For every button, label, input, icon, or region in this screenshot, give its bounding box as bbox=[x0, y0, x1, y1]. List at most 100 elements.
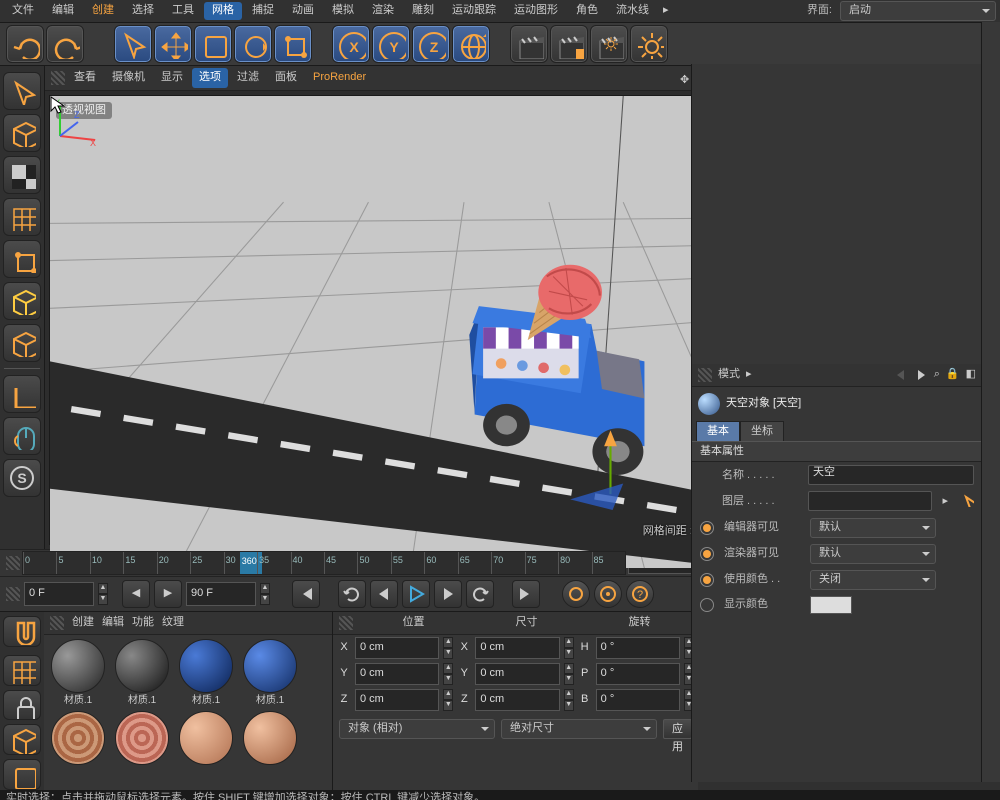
menu-捕捉[interactable]: 捕捉 bbox=[244, 2, 282, 19]
wire2[interactable] bbox=[3, 724, 41, 755]
material-item[interactable]: 材质.1 bbox=[48, 639, 108, 707]
pos-X[interactable]: 0 cm bbox=[355, 637, 439, 659]
attr-input[interactable]: 天空 bbox=[808, 465, 974, 485]
menu-渲染[interactable]: 渲染 bbox=[364, 2, 402, 19]
snap[interactable]: S bbox=[3, 459, 41, 497]
rot-P[interactable]: 0 ° bbox=[596, 663, 680, 685]
range-end-field[interactable]: 90 F bbox=[186, 582, 256, 606]
menu-选择[interactable]: 选择 bbox=[124, 2, 162, 19]
point[interactable] bbox=[3, 240, 41, 278]
render-view-button[interactable] bbox=[510, 25, 548, 63]
attr-new-icon[interactable]: ◧ bbox=[966, 368, 976, 381]
menu-雕刻[interactable]: 雕刻 bbox=[404, 2, 442, 19]
viewport[interactable]: 透视视图 网格间距 : 100 cm Y X Z ✥ ⇵ ↻ ▣ bbox=[49, 95, 741, 545]
undo-button[interactable] bbox=[6, 25, 44, 63]
move-tool[interactable] bbox=[154, 25, 192, 63]
size-Y[interactable]: 0 cm bbox=[475, 663, 559, 685]
scale-tool[interactable] bbox=[274, 25, 312, 63]
view-menu-0[interactable]: 查看 bbox=[67, 68, 103, 87]
menu-流水线[interactable]: 流水线 bbox=[608, 2, 657, 19]
timeline-ruler[interactable]: 360 051015202530354045505560657075808590 bbox=[22, 551, 626, 575]
material-item[interactable]: 材质.1 bbox=[176, 639, 236, 707]
range-right-button[interactable]: ▶ bbox=[154, 580, 182, 608]
live-select[interactable] bbox=[3, 72, 41, 110]
menu-运动跟踪[interactable]: 运动跟踪 bbox=[444, 2, 504, 19]
panel-grip-icon[interactable] bbox=[339, 616, 353, 630]
layer-arrow-icon[interactable] bbox=[958, 491, 974, 511]
attr-radio[interactable] bbox=[700, 521, 714, 535]
attr-layer-field[interactable] bbox=[808, 491, 932, 511]
viewport-grip-icon[interactable] bbox=[51, 71, 65, 85]
grid[interactable] bbox=[3, 198, 41, 236]
mat-menu-create[interactable]: 创建 bbox=[72, 616, 94, 629]
checker[interactable] bbox=[3, 156, 41, 194]
rotate-tool[interactable] bbox=[234, 25, 272, 63]
range-left-button[interactable]: ◀ bbox=[122, 580, 150, 608]
z-axis-toggle[interactable]: Z bbox=[412, 25, 450, 63]
view-menu-4[interactable]: 过滤 bbox=[230, 68, 266, 87]
wire-cube[interactable] bbox=[3, 324, 41, 362]
step-back-button[interactable] bbox=[370, 580, 398, 608]
mat-menu-edit[interactable]: 编辑 bbox=[102, 616, 124, 629]
axis[interactable] bbox=[3, 375, 41, 413]
coord-space-dropdown[interactable]: 对象 (相对) bbox=[339, 719, 495, 739]
size-Z[interactable]: 0 cm bbox=[475, 689, 559, 711]
right-collapsed-dock[interactable] bbox=[981, 22, 1000, 782]
coord-apply-button[interactable]: 应用 bbox=[663, 719, 692, 739]
viewport-pan-icon[interactable]: ✥ bbox=[680, 74, 689, 87]
view-menu-5[interactable]: 面板 bbox=[268, 68, 304, 87]
material-item[interactable] bbox=[176, 711, 236, 767]
next-arrow-icon[interactable] bbox=[914, 368, 928, 382]
menu-编辑[interactable]: 编辑 bbox=[44, 2, 82, 19]
layer-picker-icon[interactable]: ▸ bbox=[938, 495, 952, 508]
x-axis-toggle[interactable]: X bbox=[332, 25, 370, 63]
tab-basic[interactable]: 基本 bbox=[696, 421, 740, 441]
attr-dropdown[interactable]: 默认 bbox=[810, 518, 936, 538]
rot-H[interactable]: 0 ° bbox=[596, 637, 680, 659]
interface-dropdown[interactable]: 启动 bbox=[840, 1, 996, 21]
attr-mode-label[interactable]: 模式 bbox=[718, 368, 740, 381]
menu-角色[interactable]: 角色 bbox=[568, 2, 606, 19]
mat-menu-func[interactable]: 功能 bbox=[132, 616, 154, 629]
loop2-button[interactable] bbox=[466, 580, 494, 608]
attr-color-swatch[interactable] bbox=[810, 596, 852, 614]
view-menu-2[interactable]: 显示 bbox=[154, 68, 190, 87]
panel-grip-icon[interactable] bbox=[698, 368, 712, 382]
menu-工具[interactable]: 工具 bbox=[164, 2, 202, 19]
tab-coord[interactable]: 坐标 bbox=[740, 421, 784, 441]
attr-dropdown[interactable]: 关闭 bbox=[810, 570, 936, 590]
menu-运动图形[interactable]: 运动图形 bbox=[506, 2, 566, 19]
render-gear-button[interactable] bbox=[630, 25, 668, 63]
loop-button[interactable] bbox=[338, 580, 366, 608]
rot-B[interactable]: 0 ° bbox=[596, 689, 680, 711]
world-toggle[interactable] bbox=[452, 25, 490, 63]
view-menu-3[interactable]: 选项 bbox=[192, 68, 228, 87]
grid2[interactable] bbox=[3, 655, 41, 686]
pos-Y[interactable]: 0 cm bbox=[355, 663, 439, 685]
menu-overflow-icon[interactable]: ▸ bbox=[659, 4, 673, 17]
size-X[interactable]: 0 cm bbox=[475, 637, 559, 659]
redo-button[interactable] bbox=[46, 25, 84, 63]
goto-start-button[interactable] bbox=[292, 580, 320, 608]
view-menu-6[interactable]: ProRender bbox=[306, 68, 373, 87]
attr-radio[interactable] bbox=[700, 547, 714, 561]
keyframe-opts-button[interactable]: ? bbox=[626, 580, 654, 608]
material-item[interactable] bbox=[240, 711, 300, 767]
gold-cube[interactable] bbox=[3, 282, 41, 320]
chevron-right-icon[interactable]: ▸ bbox=[746, 368, 752, 381]
range-start-field[interactable]: 0 F bbox=[24, 582, 94, 606]
material-item[interactable]: 材质.1 bbox=[240, 639, 300, 707]
attr-radio[interactable] bbox=[700, 573, 714, 587]
material-item[interactable]: 材质.1 bbox=[112, 639, 172, 707]
view-menu-1[interactable]: 摄像机 bbox=[105, 68, 152, 87]
menu-创建[interactable]: 创建 bbox=[84, 2, 122, 19]
menu-网格[interactable]: 网格 bbox=[204, 2, 242, 19]
menu-文件[interactable]: 文件 bbox=[4, 2, 42, 19]
panel-grip-icon[interactable] bbox=[50, 616, 64, 630]
material-item[interactable] bbox=[112, 711, 172, 767]
attr-radio[interactable] bbox=[700, 598, 714, 612]
play-button[interactable] bbox=[402, 580, 430, 608]
render-settings-button[interactable] bbox=[590, 25, 628, 63]
playbar-grip-icon[interactable] bbox=[6, 587, 20, 601]
mat-menu-tex[interactable]: 纹理 bbox=[162, 616, 184, 629]
